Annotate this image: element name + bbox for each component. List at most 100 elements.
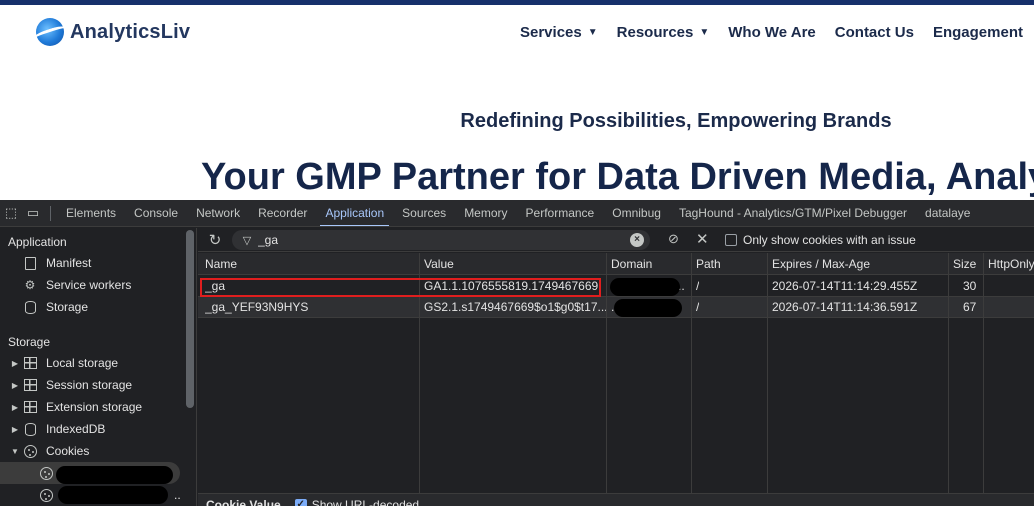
device-toolbar-icon[interactable]: ▭ bbox=[22, 200, 44, 226]
expand-arrow-icon[interactable]: ▶ bbox=[8, 425, 22, 434]
only-issue-toggle[interactable]: Only show cookies with an issue bbox=[725, 233, 916, 247]
tab-console[interactable]: Console bbox=[125, 200, 187, 226]
redacted-origin bbox=[56, 466, 173, 484]
inspect-element-icon[interactable]: ⬚ bbox=[0, 200, 22, 226]
sidebar-item-label: Storage bbox=[46, 300, 89, 314]
logo-text: AnalyticsLiv bbox=[70, 20, 191, 43]
cookie-name: _ga bbox=[205, 279, 226, 293]
site-logo[interactable]: AnalyticsLiv bbox=[36, 18, 190, 46]
sidebar-item-cookies[interactable]: ▼ Cookies bbox=[0, 440, 184, 462]
database-icon bbox=[22, 422, 38, 436]
sidebar-item-label: Manifest bbox=[46, 256, 92, 270]
redacted-domain bbox=[610, 278, 680, 296]
nav-who-we-are[interactable]: Who We Are bbox=[728, 24, 816, 41]
expand-arrow-icon[interactable]: ▶ bbox=[8, 403, 22, 412]
column-divider[interactable] bbox=[767, 253, 768, 493]
only-issue-label: Only show cookies with an issue bbox=[743, 233, 916, 247]
cookie-value: GA1.1.1076555819.1749467669 bbox=[424, 279, 599, 293]
column-divider[interactable] bbox=[691, 253, 692, 493]
column-header-value[interactable]: Value bbox=[424, 253, 454, 275]
column-header-domain[interactable]: Domain bbox=[611, 253, 652, 275]
sidebar-item-label: Service workers bbox=[46, 278, 132, 292]
column-header-path[interactable]: Path bbox=[696, 253, 721, 275]
nav-contact-us[interactable]: Contact Us bbox=[835, 24, 914, 41]
sidebar-item-label: Extension storage bbox=[46, 400, 143, 414]
delete-selected-icon[interactable]: ✕ bbox=[696, 230, 709, 248]
caret-down-icon: ▼ bbox=[699, 27, 710, 38]
sidebar-item-manifest[interactable]: Manifest bbox=[0, 252, 184, 274]
column-divider[interactable] bbox=[419, 253, 420, 493]
redacted-origin bbox=[58, 486, 168, 504]
cookie-size: 67 bbox=[963, 300, 977, 314]
show-url-decoded-label: Show URL-decoded bbox=[311, 497, 420, 506]
collapse-arrow-icon[interactable]: ▼ bbox=[8, 447, 22, 456]
filter-icon: ▽ bbox=[242, 234, 252, 247]
cookie-path: / bbox=[696, 279, 700, 293]
sidebar-item-indexeddb[interactable]: ▶ IndexedDB bbox=[0, 418, 184, 440]
only-issue-checkbox[interactable] bbox=[725, 234, 737, 246]
tab-taghound[interactable]: TagHound - Analytics/GTM/Pixel Debugger bbox=[670, 200, 916, 226]
table-grid-icon bbox=[22, 356, 38, 370]
column-divider[interactable] bbox=[948, 253, 949, 493]
sidebar-item-label: Session storage bbox=[46, 378, 133, 392]
nav-label: Services bbox=[520, 24, 582, 41]
column-divider[interactable] bbox=[606, 253, 607, 493]
sidebar-item-local-storage[interactable]: ▶ Local storage bbox=[0, 352, 184, 374]
hero-headline: Your GMP Partner for Data Driven Media, … bbox=[201, 156, 1034, 198]
globe-logo-icon bbox=[36, 18, 64, 46]
page: AnalyticsLiv Services ▼ Resources ▼ Who We… bbox=[0, 0, 1034, 506]
column-divider[interactable] bbox=[983, 253, 984, 493]
clear-all-cookies-icon[interactable]: ⊘ bbox=[668, 231, 679, 247]
application-sidebar: Application Manifest ⚙ Service workers S… bbox=[0, 228, 197, 506]
sidebar-item-storage[interactable]: Storage bbox=[0, 296, 184, 318]
caret-down-icon: ▼ bbox=[587, 27, 598, 38]
clear-filter-icon[interactable]: × bbox=[630, 233, 644, 247]
tab-elements[interactable]: Elements bbox=[57, 200, 125, 226]
tab-network[interactable]: Network bbox=[187, 200, 249, 226]
hero-tagline: Redefining Possibilities, Empowering Bra… bbox=[460, 110, 892, 132]
main-nav: Services ▼ Resources ▼ Who We Are Contact … bbox=[520, 24, 1034, 41]
show-url-decoded-checkbox[interactable]: ✓ bbox=[294, 498, 307, 506]
devtools-panel: ⬚ ▭ Elements Console Network Recorder Ap… bbox=[0, 200, 1034, 506]
cookie-expires: 2026-07-14T11:14:36.591Z bbox=[772, 300, 918, 314]
sidebar-scrollbar[interactable] bbox=[186, 230, 194, 408]
sidebar-item-service-workers[interactable]: ⚙ Service workers bbox=[0, 274, 184, 296]
column-header-size[interactable]: Size bbox=[953, 253, 976, 275]
cookie-value-title: Cookie Value bbox=[206, 497, 281, 506]
column-header-name[interactable]: Name bbox=[205, 253, 237, 275]
column-header-expires[interactable]: Expires / Max-Age bbox=[772, 253, 870, 275]
filter-input[interactable] bbox=[258, 233, 598, 247]
expand-arrow-icon[interactable]: ▶ bbox=[8, 359, 22, 368]
tab-datalayer[interactable]: datalaye bbox=[916, 200, 979, 226]
sidebar-header-storage: Storage bbox=[8, 335, 51, 349]
sidebar-item-extension-storage[interactable]: ▶ Extension storage bbox=[0, 396, 184, 418]
cookie-path: / bbox=[696, 300, 700, 314]
site-top-bar bbox=[0, 0, 1034, 5]
tab-omnibug[interactable]: Omnibug bbox=[603, 200, 670, 226]
nav-label: Resources bbox=[616, 24, 694, 41]
gear-icon: ⚙ bbox=[24, 278, 36, 292]
tab-sources[interactable]: Sources bbox=[393, 200, 455, 226]
sidebar-item-session-storage[interactable]: ▶ Session storage bbox=[0, 374, 184, 396]
table-grid-icon bbox=[22, 378, 38, 392]
nav-resources[interactable]: Resources ▼ bbox=[617, 24, 710, 41]
tab-recorder[interactable]: Recorder bbox=[249, 200, 316, 226]
nav-label: Contact Us bbox=[834, 24, 914, 41]
cookie-name: _ga_YEF93N9HYS bbox=[205, 300, 309, 314]
tab-application[interactable]: Application bbox=[316, 200, 393, 226]
cookie-value-bar: Cookie Value ✓ Show URL-decoded bbox=[198, 493, 1034, 506]
filter-box: ▽ × bbox=[232, 230, 650, 250]
truncated-ellipsis: .. bbox=[174, 488, 181, 502]
tab-performance[interactable]: Performance bbox=[517, 200, 604, 226]
tab-memory[interactable]: Memory bbox=[455, 200, 516, 226]
expand-arrow-icon[interactable]: ▶ bbox=[8, 381, 22, 390]
column-header-httponly[interactable]: HttpOnly bbox=[988, 253, 1034, 275]
redacted-domain bbox=[614, 299, 682, 317]
database-icon bbox=[22, 300, 38, 314]
nav-services[interactable]: Services ▼ bbox=[520, 24, 598, 41]
cookie-toolbar: ↻ ▽ × ⊘ ✕ Only show cookies with an issu… bbox=[198, 228, 1034, 252]
refresh-icon[interactable]: ↻ bbox=[204, 231, 226, 249]
cookie-expires: 2026-07-14T11:14:29.455Z bbox=[772, 279, 918, 293]
nav-engagement[interactable]: Engagement bbox=[933, 24, 1023, 41]
cookies-table: Name Value Domain Path Expires / Max-Age… bbox=[198, 253, 1034, 493]
